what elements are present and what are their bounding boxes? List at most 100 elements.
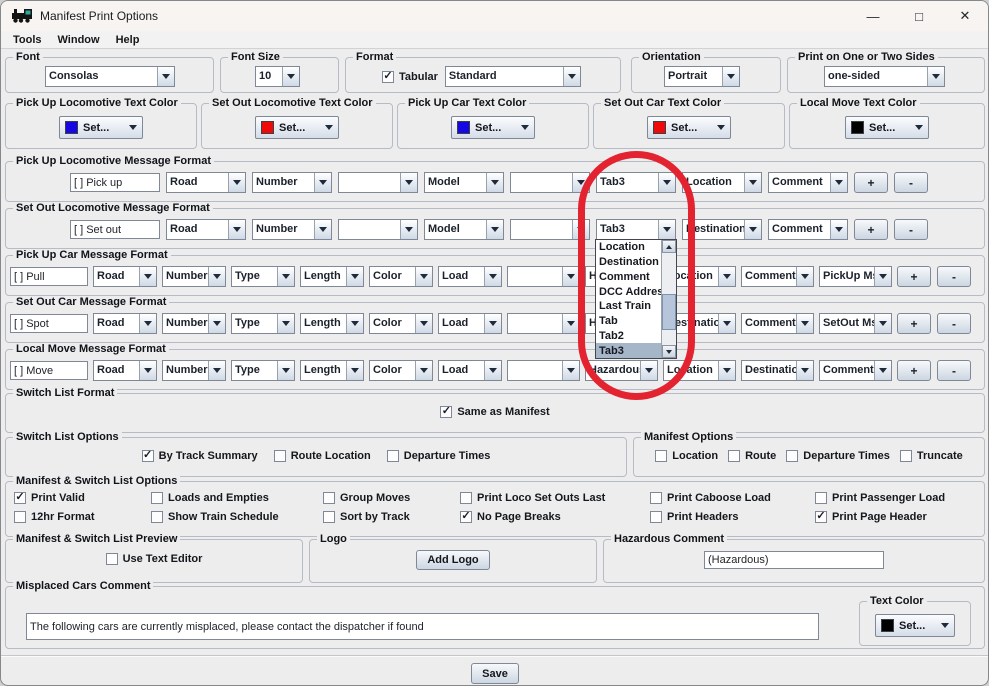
combo-comment[interactable]: Comment [819, 360, 892, 381]
setout-loco-color-combo[interactable]: Set... [255, 116, 339, 139]
dropdown-option-last-train[interactable]: Last Train [596, 299, 661, 314]
combo-location[interactable]: Location [682, 172, 762, 193]
orientation-combo[interactable]: Portrait [664, 66, 740, 87]
add-field-button[interactable]: + [854, 172, 888, 193]
combo-type[interactable]: Type [231, 360, 295, 381]
combo-color[interactable]: Color [369, 266, 433, 287]
remove-field-button[interactable]: - [937, 266, 971, 287]
combo-blank[interactable] [338, 219, 418, 240]
scrollbar-thumb[interactable] [662, 294, 676, 330]
dropdown-option-tab[interactable]: Tab [596, 314, 661, 329]
minimize-button[interactable]: — [850, 1, 896, 31]
checkbox-sort-by-track[interactable]: Sort by Track [323, 511, 460, 523]
combo-length[interactable]: Length [300, 360, 364, 381]
combo-road[interactable]: Road [166, 172, 246, 193]
checkbox-tabular[interactable]: Tabular [382, 71, 438, 83]
message-prefix-field[interactable] [70, 220, 160, 239]
combo-blank[interactable] [510, 172, 590, 193]
combo-road[interactable]: Road [93, 360, 157, 381]
combo-setout-msg[interactable]: SetOut Msg [819, 313, 892, 334]
combo-pickup-msg[interactable]: PickUp Msg [819, 266, 892, 287]
combo-color[interactable]: Color [369, 360, 433, 381]
menu-help[interactable]: Help [109, 34, 149, 46]
checkbox-route-location[interactable]: Route Location [274, 450, 371, 462]
checkbox-use-text-editor[interactable]: Use Text Editor [106, 553, 203, 565]
remove-field-button[interactable]: - [894, 219, 928, 240]
hazardous-comment-field[interactable] [704, 551, 884, 569]
checkbox-departure-times[interactable]: Departure Times [387, 450, 491, 462]
checkbox-12hr-format[interactable]: 12hr Format [14, 511, 151, 523]
checkbox-print-valid[interactable]: Print Valid [14, 492, 151, 504]
combo-road[interactable]: Road [93, 266, 157, 287]
combo-type[interactable]: Type [231, 313, 295, 334]
combo-destination[interactable]: Destination [682, 219, 762, 240]
scroll-up-icon[interactable] [662, 240, 676, 253]
combo-number[interactable]: Number [162, 313, 226, 334]
add-field-button[interactable]: + [897, 313, 931, 334]
message-prefix-field[interactable] [10, 267, 88, 286]
combo-load[interactable]: Load [438, 313, 502, 334]
checkbox-print-passenger-load[interactable]: Print Passenger Load [815, 492, 984, 504]
dropdown-option-location[interactable]: Location [596, 240, 661, 255]
combo-hazardous[interactable]: Hazardous [585, 360, 658, 381]
dropdown-scrollbar[interactable] [661, 240, 676, 358]
remove-field-button[interactable]: - [894, 172, 928, 193]
setout-car-color-combo[interactable]: Set... [647, 116, 731, 139]
maximize-button[interactable]: □ [896, 1, 942, 31]
combo-blank[interactable] [507, 360, 580, 381]
format-standard-combo[interactable]: Standard [445, 66, 581, 87]
add-field-button[interactable]: + [854, 219, 888, 240]
combo-comment[interactable]: Comment [741, 313, 814, 334]
font-combo[interactable]: Consolas [45, 66, 175, 87]
combo-comment[interactable]: Comment [768, 172, 848, 193]
checkbox-same-as-manifest[interactable]: Same as Manifest [440, 406, 549, 418]
combo-location[interactable]: Location [663, 360, 736, 381]
combo-blank[interactable] [507, 266, 580, 287]
combo-blank[interactable] [338, 172, 418, 193]
message-prefix-field[interactable] [10, 314, 88, 333]
checkbox-group-moves[interactable]: Group Moves [323, 492, 460, 504]
misplaced-text-color-combo[interactable]: Set... [875, 614, 955, 637]
combo-type[interactable]: Type [231, 266, 295, 287]
combo-load[interactable]: Load [438, 266, 502, 287]
checkbox-truncate[interactable]: Truncate [900, 450, 963, 462]
combo-tab3[interactable]: Tab3 [596, 219, 676, 240]
combo-model[interactable]: Model [424, 172, 504, 193]
dropdown-option-tab3[interactable]: Tab3 [596, 343, 661, 358]
combo-number[interactable]: Number [252, 172, 332, 193]
checkbox-print-headers[interactable]: Print Headers [650, 511, 815, 523]
menu-window[interactable]: Window [51, 34, 109, 46]
combo-length[interactable]: Length [300, 266, 364, 287]
combo-blank[interactable] [507, 313, 580, 334]
pickup-loco-color-combo[interactable]: Set... [59, 116, 143, 139]
dropdown-option-dcc-address[interactable]: DCC Address [596, 284, 661, 299]
dropdown-option-destination[interactable]: Destination [596, 255, 661, 270]
checkbox-print-page-header[interactable]: Print Page Header [815, 511, 984, 523]
dropdown-option-comment[interactable]: Comment [596, 270, 661, 285]
message-prefix-field[interactable] [10, 361, 88, 380]
combo-comment[interactable]: Comment [768, 219, 848, 240]
checkbox-location[interactable]: Location [655, 450, 718, 462]
menu-tools[interactable]: Tools [6, 34, 51, 46]
combo-road[interactable]: Road [93, 313, 157, 334]
checkbox-departure-times[interactable]: Departure Times [786, 450, 890, 462]
checkbox-show-train-schedule[interactable]: Show Train Schedule [151, 511, 323, 523]
combo-blank[interactable] [510, 219, 590, 240]
misplaced-cars-comment-field[interactable] [26, 613, 819, 640]
combo-model[interactable]: Model [424, 219, 504, 240]
checkbox-by-track-summary[interactable]: By Track Summary [142, 450, 258, 462]
combo-color[interactable]: Color [369, 313, 433, 334]
combo-tab3[interactable]: Tab3 [596, 172, 676, 193]
checkbox-route[interactable]: Route [728, 450, 776, 462]
combo-road[interactable]: Road [166, 219, 246, 240]
close-button[interactable]: ✕ [942, 1, 988, 31]
combo-comment[interactable]: Comment [741, 266, 814, 287]
scroll-down-icon[interactable] [662, 345, 676, 358]
message-prefix-field[interactable] [70, 173, 160, 192]
add-field-button[interactable]: + [897, 266, 931, 287]
combo-length[interactable]: Length [300, 313, 364, 334]
checkbox-print-loco-set-outs-last[interactable]: Print Loco Set Outs Last [460, 492, 650, 504]
save-button[interactable]: Save [471, 663, 519, 684]
print-sides-combo[interactable]: one-sided [824, 66, 945, 87]
checkbox-loads-and-empties[interactable]: Loads and Empties [151, 492, 323, 504]
